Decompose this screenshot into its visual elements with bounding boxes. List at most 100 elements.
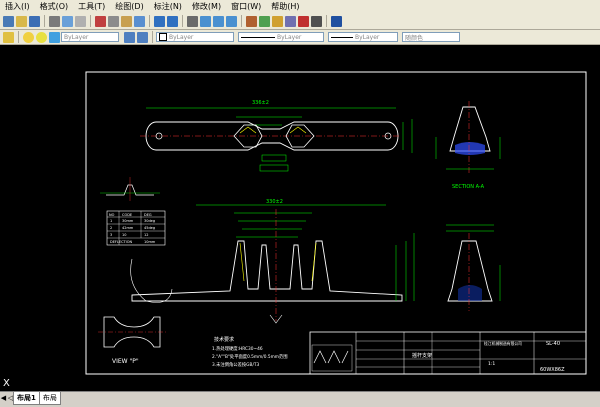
tab-layout1[interactable]: 布局1 bbox=[13, 392, 40, 405]
save-icon[interactable] bbox=[29, 15, 40, 27]
table-cell: 30deg bbox=[144, 219, 155, 223]
table-cell: 2 bbox=[110, 226, 112, 230]
open-file-icon[interactable] bbox=[16, 15, 27, 27]
side-view bbox=[446, 224, 501, 311]
make-current-layer-icon[interactable] bbox=[124, 31, 135, 43]
top-view: 336±2 bbox=[140, 100, 413, 172]
toolbar-separator bbox=[149, 15, 150, 27]
technical-notes: 技术要求 1.热处理硬度:HRC30~46 2."A""B"处平面度0.5mm/… bbox=[212, 336, 288, 368]
zoom-realtime-icon[interactable] bbox=[200, 15, 211, 27]
menu-draw[interactable]: 绘图(D) bbox=[110, 1, 148, 12]
table-cell: 12 bbox=[144, 233, 148, 237]
toolbar-separator bbox=[182, 15, 183, 27]
color-dropdown[interactable]: ByLayer bbox=[156, 32, 234, 42]
plotstyle-dropdown-value: 随颜色 bbox=[405, 34, 424, 42]
table-header-deg: DEG bbox=[144, 213, 152, 217]
title-block-part-name: 摇杆支架 bbox=[412, 352, 432, 359]
spec-table: NO CODE DEG 1 30mm 30deg 2 42mm 45deg 3 … bbox=[106, 210, 166, 246]
layer-dropdown[interactable]: ByLayer bbox=[61, 32, 119, 42]
match-properties-icon[interactable] bbox=[134, 15, 145, 27]
view-p-label: VIEW "P" bbox=[112, 358, 139, 365]
curve-sketch bbox=[130, 258, 173, 303]
markup-icon[interactable] bbox=[298, 15, 309, 27]
table-cell: 10 bbox=[122, 233, 126, 237]
standard-toolbar bbox=[0, 13, 600, 30]
print-icon[interactable] bbox=[49, 15, 60, 27]
copy-icon[interactable] bbox=[108, 15, 119, 27]
toolbar-separator bbox=[44, 15, 45, 27]
zoom-window-icon[interactable] bbox=[213, 15, 224, 27]
menu-format[interactable]: 格式(O) bbox=[35, 1, 74, 12]
layer-on-icon[interactable] bbox=[23, 31, 34, 43]
layer-manager-icon[interactable] bbox=[3, 31, 14, 43]
notes-title: 技术要求 bbox=[214, 336, 234, 343]
cut-icon[interactable] bbox=[95, 15, 106, 27]
color-dropdown-value: ByLayer bbox=[169, 33, 194, 41]
table-cell: 3 bbox=[110, 233, 112, 237]
layer-lock-icon[interactable] bbox=[49, 31, 60, 43]
table-footer-label: DEFLECTION bbox=[110, 240, 132, 244]
view-p: VIEW "P" bbox=[98, 316, 166, 365]
layers-properties-toolbar: ByLayer ByLayer ByLayer ByLayer 随颜色 bbox=[0, 30, 600, 45]
linetype-dropdown-value: ByLayer bbox=[277, 33, 302, 41]
dim-top-overall: 336±2 bbox=[252, 100, 269, 106]
properties-icon[interactable] bbox=[246, 15, 257, 27]
menu-modify[interactable]: 修改(M) bbox=[187, 1, 226, 12]
undo-icon[interactable] bbox=[154, 15, 165, 27]
linetype-sample-icon bbox=[241, 36, 275, 38]
note-line: 2."A""B"处平面度0.5mm/0.5mm范围 bbox=[212, 353, 288, 360]
title-block: 摇杆支架 桂江机械制造有限公司 1:1 SL-40 60WX86Z bbox=[309, 331, 587, 375]
paste-icon[interactable] bbox=[121, 15, 132, 27]
dim-main-width: 330±2 bbox=[266, 199, 283, 205]
menu-dimension[interactable]: 标注(N) bbox=[149, 1, 187, 12]
preview-icon[interactable] bbox=[62, 15, 73, 27]
color-swatch-icon bbox=[159, 33, 167, 41]
tool-palettes-icon[interactable] bbox=[272, 15, 283, 27]
sheet-border bbox=[85, 71, 587, 375]
publish-icon[interactable] bbox=[75, 15, 86, 27]
menu-tools[interactable]: 工具(T) bbox=[73, 1, 110, 12]
tab-scroll-first-icon[interactable]: ◀ bbox=[0, 392, 7, 404]
title-block-scale: 1:1 bbox=[488, 361, 495, 367]
section-label: SECTION A-A bbox=[452, 184, 485, 190]
menu-insert[interactable]: 插入(I) bbox=[0, 1, 35, 12]
redo-icon[interactable] bbox=[167, 15, 178, 27]
pan-icon[interactable] bbox=[187, 15, 198, 27]
new-file-icon[interactable] bbox=[3, 15, 14, 27]
ucs-icon: X bbox=[3, 378, 10, 389]
sheet-set-icon[interactable] bbox=[285, 15, 296, 27]
table-footer-value: 10mm bbox=[144, 240, 156, 244]
lineweight-dropdown-value: ByLayer bbox=[355, 33, 380, 41]
menu-help[interactable]: 帮助(H) bbox=[266, 1, 304, 12]
lineweight-dropdown[interactable]: ByLayer bbox=[328, 32, 398, 42]
toolbar-separator bbox=[152, 31, 153, 43]
table-cell: 45deg bbox=[144, 226, 155, 230]
layer-previous-icon[interactable] bbox=[137, 31, 148, 43]
drawing-canvas[interactable]: 336±2 SECTION A-A NO CODE DEG 1 30mm 30d… bbox=[0, 45, 600, 391]
layer-freeze-icon[interactable] bbox=[36, 31, 47, 43]
table-cell: 1 bbox=[110, 219, 112, 223]
help-icon[interactable] bbox=[331, 15, 342, 27]
toolbar-separator bbox=[326, 15, 327, 27]
menu-window[interactable]: 窗口(W) bbox=[226, 1, 266, 12]
zoom-previous-icon[interactable] bbox=[226, 15, 237, 27]
design-center-icon[interactable] bbox=[259, 15, 270, 27]
layout-tabs-bar: ◀ ◁ 布局1 布局 bbox=[0, 391, 600, 407]
title-block-company: 桂江机械制造有限公司 bbox=[484, 341, 522, 346]
front-view: 330±2 bbox=[131, 199, 415, 324]
title-block-code: SL-40 bbox=[546, 341, 560, 347]
note-line: 1.热处理硬度:HRC30~46 bbox=[212, 345, 263, 352]
table-cell: 42mm bbox=[122, 226, 134, 230]
menu-bar: 插入(I) 格式(O) 工具(T) 绘图(D) 标注(N) 修改(M) 窗口(W… bbox=[0, 0, 600, 13]
note-line: 3.未注倒角公差按GB/T3 bbox=[212, 361, 260, 368]
drawing-svg: 336±2 SECTION A-A NO CODE DEG 1 30mm 30d… bbox=[3, 71, 587, 389]
tab-layout2[interactable]: 布局 bbox=[38, 392, 61, 405]
title-block-drawing-number: 60WX86Z bbox=[540, 367, 565, 373]
table-cell: 30mm bbox=[122, 219, 134, 223]
linetype-dropdown[interactable]: ByLayer bbox=[238, 32, 324, 42]
toolbar-separator bbox=[18, 31, 19, 43]
table-header-code: CODE bbox=[122, 213, 132, 217]
calculator-icon[interactable] bbox=[311, 15, 322, 27]
table-header-no: NO bbox=[109, 213, 115, 217]
plotstyle-dropdown[interactable]: 随颜色 bbox=[402, 32, 460, 42]
